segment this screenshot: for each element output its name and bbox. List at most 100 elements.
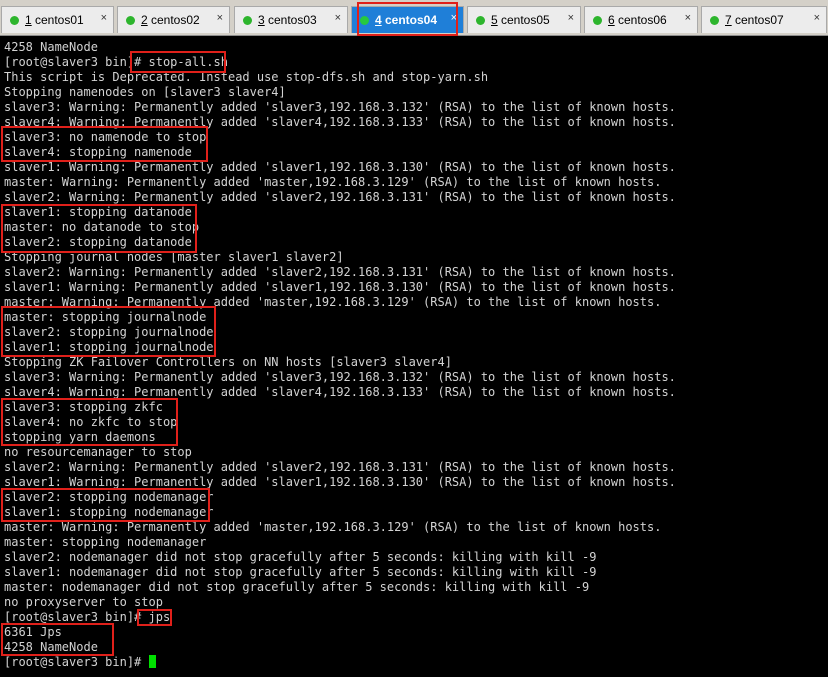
terminal-line-text: 6361 Jps <box>4 625 62 639</box>
terminal-line-text: slaver4: stopping namenode <box>4 145 192 159</box>
tab-number: 5 <box>491 13 498 27</box>
terminal-line: slaver2: nodemanager did not stop gracef… <box>4 550 596 565</box>
close-icon[interactable]: × <box>451 12 457 24</box>
terminal-line: no proxyserver to stop <box>4 595 163 610</box>
terminal-line: slaver4: Warning: Permanently added 'sla… <box>4 385 676 400</box>
tab-centos04[interactable]: 4 centos04 × <box>351 6 464 33</box>
terminal-line: slaver1: Warning: Permanently added 'sla… <box>4 280 676 295</box>
terminal-line-text: slaver1: stopping datanode <box>4 205 192 219</box>
terminal-line-text: slaver2: Warning: Permanently added 'sla… <box>4 190 676 204</box>
tab-centos02[interactable]: 2 centos02 × <box>117 6 230 33</box>
terminal-line: slaver1: Warning: Permanently added 'sla… <box>4 475 676 490</box>
tab-label: centos04 <box>385 13 438 27</box>
terminal-line-text: slaver3: Warning: Permanently added 'sla… <box>4 100 676 114</box>
terminal-line-text: 4258 NameNode <box>4 40 98 54</box>
terminal-line: slaver1: stopping nodemanager <box>4 505 214 520</box>
terminal-line-text: slaver4: Warning: Permanently added 'sla… <box>4 385 676 399</box>
terminal-line: slaver3: Warning: Permanently added 'sla… <box>4 100 676 115</box>
tab-centos07[interactable]: 7 centos07 × <box>701 6 827 33</box>
terminal-line: slaver1: stopping datanode <box>4 205 192 220</box>
terminal-line-text: no resourcemanager to stop <box>4 445 192 459</box>
terminal-line-text: master: no datanode to stop <box>4 220 200 234</box>
terminal-line-text: master: Warning: Permanently added 'mast… <box>4 520 662 534</box>
tab-number: 1 <box>25 13 32 27</box>
terminal-line: 4258 NameNode <box>4 40 98 55</box>
terminal-line: slaver3: Warning: Permanently added 'sla… <box>4 370 676 385</box>
terminal-line-text: This script is Deprecated. Instead use s… <box>4 70 489 84</box>
session-status-icon <box>360 16 369 25</box>
terminal-line: master: Warning: Permanently added 'mast… <box>4 295 661 310</box>
terminal-output[interactable]: 4258 NameNode [root@slaver3 bin]# stop-al… <box>0 37 828 677</box>
terminal-line-text: slaver2: stopping journalnode <box>4 325 214 339</box>
tab-number: 4 <box>375 13 382 27</box>
session-status-icon <box>593 16 602 25</box>
terminal-line-text: slaver1: stopping nodemanager <box>4 505 214 519</box>
terminal-line-text: slaver1: stopping journalnode <box>4 340 214 354</box>
close-icon[interactable]: × <box>217 12 223 24</box>
terminal-line-text: Stopping journal nodes [master slaver1 s… <box>4 250 344 264</box>
close-icon[interactable]: × <box>685 12 691 24</box>
session-status-icon <box>710 16 719 25</box>
terminal-line: slaver4: stopping namenode <box>4 145 192 160</box>
terminal-line: slaver2: stopping datanode <box>4 235 192 250</box>
terminal-line: master: stopping journalnode <box>4 310 206 325</box>
tab-centos01[interactable]: 1 centos01 × <box>1 6 114 33</box>
terminal-line: [root@slaver3 bin]# jps <box>4 610 170 625</box>
terminal-line: Stopping ZK Failover Controllers on NN h… <box>4 355 452 370</box>
terminal-line-text: slaver2: nodemanager did not stop gracef… <box>4 550 597 564</box>
terminal-line: [root@slaver3 bin]# <box>4 655 156 670</box>
session-status-icon <box>243 16 252 25</box>
tab-label: centos06 <box>618 13 667 27</box>
terminal-line: This script is Deprecated. Instead use s… <box>4 70 488 85</box>
terminal-line: slaver2: Warning: Permanently added 'sla… <box>4 265 676 280</box>
terminal-line: slaver2: Warning: Permanently added 'sla… <box>4 460 676 475</box>
terminal-line: slaver1: nodemanager did not stop gracef… <box>4 565 596 580</box>
terminal-line-text: master: stopping journalnode <box>4 310 207 324</box>
terminal-line: Stopping namenodes on [slaver3 slaver4] <box>4 85 286 100</box>
terminal-line-text: slaver2: stopping datanode <box>4 235 192 249</box>
terminal-cursor <box>148 655 156 668</box>
tab-number: 3 <box>258 13 265 27</box>
terminal-line-text: slaver3: Warning: Permanently added 'sla… <box>4 370 676 384</box>
session-status-icon <box>476 16 485 25</box>
terminal-line-text: master: stopping nodemanager <box>4 535 207 549</box>
terminal-line-text: slaver1: Warning: Permanently added 'sla… <box>4 280 676 294</box>
terminal-line-text: [root@slaver3 bin]# <box>4 655 149 669</box>
terminal-line-text: Stopping ZK Failover Controllers on NN h… <box>4 355 452 369</box>
tab-label: centos02 <box>151 13 200 27</box>
terminal-line: slaver3: stopping zkfc <box>4 400 163 415</box>
terminal-line: 6361 Jps <box>4 625 62 640</box>
tab-label: centos05 <box>501 13 550 27</box>
terminal-line: slaver2: stopping nodemanager <box>4 490 214 505</box>
session-tab-bar: 1 centos01 × 2 centos02 × 3 centos03 × 4… <box>0 0 828 36</box>
terminal-line-text: slaver4: no zkfc to stop <box>4 415 178 429</box>
terminal-line-text: slaver3: no namenode to stop <box>4 130 207 144</box>
terminal-line: master: nodemanager did not stop gracefu… <box>4 580 589 595</box>
close-icon[interactable]: × <box>101 12 107 24</box>
tab-centos05[interactable]: 5 centos05 × <box>467 6 581 33</box>
terminal-line-text: 4258 NameNode <box>4 640 98 654</box>
terminal-line: [root@slaver3 bin]# stop-all.sh <box>4 55 228 70</box>
tab-number: 6 <box>608 13 615 27</box>
tab-number: 2 <box>141 13 148 27</box>
terminal-line: slaver1: stopping journalnode <box>4 340 214 355</box>
tab-number: 7 <box>725 13 732 27</box>
terminal-line: stopping yarn daemons <box>4 430 156 445</box>
terminal-line: 4258 NameNode <box>4 640 98 655</box>
session-status-icon <box>126 16 135 25</box>
close-icon[interactable]: × <box>814 12 820 24</box>
session-status-icon <box>10 16 19 25</box>
terminal-line-text: master: Warning: Permanently added 'mast… <box>4 175 662 189</box>
terminal-line-text: master: nodemanager did not stop gracefu… <box>4 580 590 594</box>
tab-centos03[interactable]: 3 centos03 × <box>234 6 348 33</box>
close-icon[interactable]: × <box>568 12 574 24</box>
tab-centos06[interactable]: 6 centos06 × <box>584 6 698 33</box>
terminal-line-text: [root@slaver3 bin]# jps <box>4 610 171 624</box>
terminal-line: slaver2: stopping journalnode <box>4 325 214 340</box>
close-icon[interactable]: × <box>335 12 341 24</box>
terminal-line: slaver2: Warning: Permanently added 'sla… <box>4 190 676 205</box>
terminal-line: master: Warning: Permanently added 'mast… <box>4 520 661 535</box>
terminal-line-text: Stopping namenodes on [slaver3 slaver4] <box>4 85 286 99</box>
terminal-line: slaver4: Warning: Permanently added 'sla… <box>4 115 676 130</box>
terminal-line-text: slaver2: stopping nodemanager <box>4 490 214 504</box>
